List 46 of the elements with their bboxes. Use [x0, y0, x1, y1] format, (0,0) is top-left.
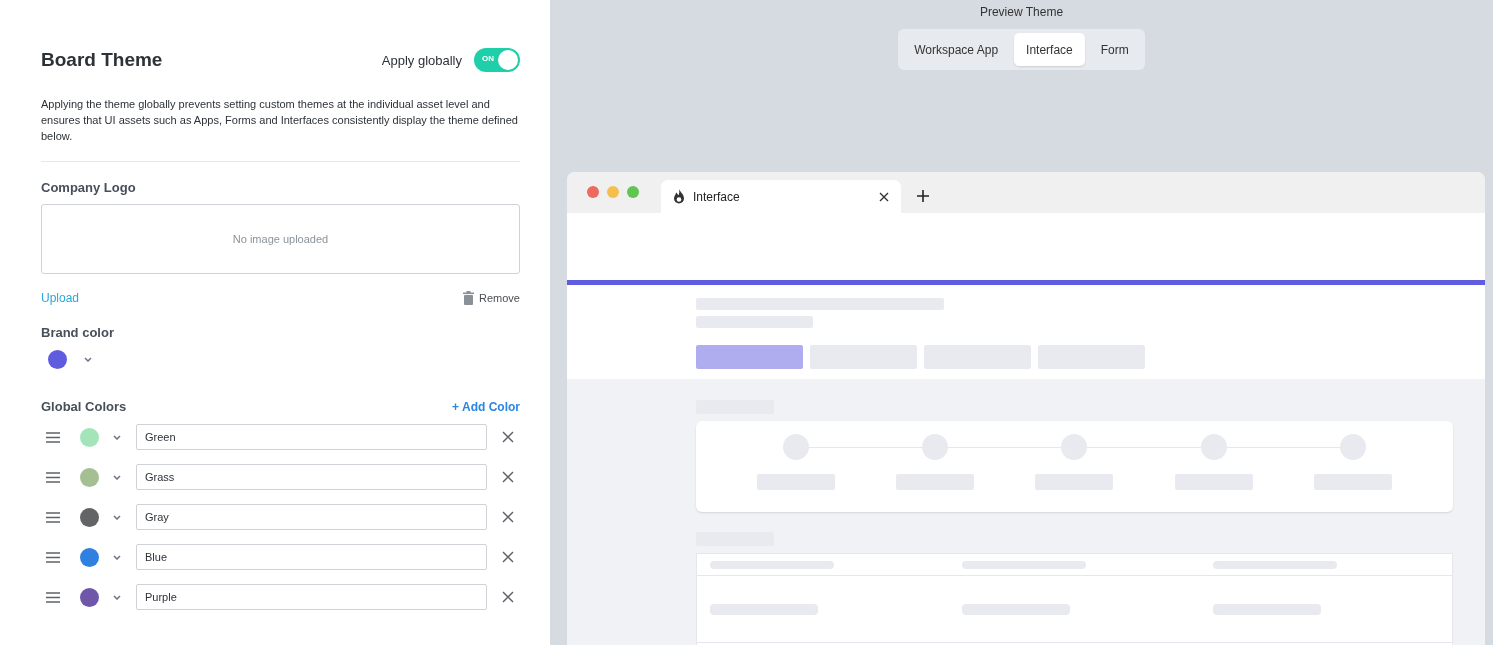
description-text: Applying the theme globally prevents setting custom themes at the individual asset level and ensures that UI assets such as Apps, Forms and Interfaces consistently display the theme defined below. [41, 97, 519, 144]
caret-icon[interactable] [113, 474, 121, 480]
caret-icon[interactable] [84, 357, 92, 362]
color-swatch[interactable] [80, 547, 99, 567]
empty-logo-text: No image uploaded [232, 233, 329, 245]
preview-tab[interactable]: Workspace App [902, 33, 1011, 66]
color-name-field[interactable]: Grass [136, 464, 487, 490]
brand-color-dot[interactable] [48, 350, 67, 369]
remove-button[interactable]: Remove [463, 291, 520, 305]
color-swatch[interactable] [80, 427, 99, 447]
color-name-field[interactable]: Green [136, 424, 487, 450]
caret-icon[interactable] [113, 554, 121, 560]
section-label: Global Colors [41, 399, 127, 414]
preview-title: Preview Theme [979, 5, 1064, 19]
caret-icon[interactable] [113, 434, 121, 440]
color-swatch[interactable] [80, 507, 99, 527]
preview-tab[interactable]: Form [1088, 33, 1141, 66]
close-icon[interactable] [502, 471, 514, 483]
close-icon[interactable] [502, 551, 514, 563]
caret-icon[interactable] [113, 514, 121, 520]
new-tab-icon[interactable] [917, 190, 929, 202]
panel-title: Board Theme [41, 49, 163, 71]
drag-handle-icon[interactable] [46, 431, 60, 443]
preview-tab[interactable]: Interface [1014, 33, 1085, 66]
section-label: Company Logo [41, 180, 137, 195]
color-name-field[interactable]: Gray [136, 504, 487, 530]
section-label: Brand color [41, 325, 115, 340]
color-swatch[interactable] [80, 467, 99, 487]
drag-handle-icon[interactable] [46, 591, 60, 603]
close-icon[interactable] [879, 191, 889, 202]
caret-icon[interactable] [113, 594, 121, 600]
flame-icon [673, 189, 685, 204]
close-window-icon[interactable] [587, 186, 599, 198]
browser-tab[interactable]: Interface [661, 180, 901, 213]
color-swatch[interactable] [80, 587, 99, 607]
color-name-field[interactable]: Blue [136, 544, 487, 570]
close-icon[interactable] [502, 591, 514, 603]
close-icon[interactable] [502, 511, 514, 523]
drag-handle-icon[interactable] [46, 551, 60, 563]
drag-handle-icon[interactable] [46, 471, 60, 483]
add-color-link[interactable]: + Add Color [452, 400, 520, 414]
apply-globally-label: Apply globally [381, 52, 462, 68]
close-icon[interactable] [502, 431, 514, 443]
trash-icon [463, 291, 475, 305]
drag-handle-icon[interactable] [46, 511, 60, 523]
color-name-field[interactable]: Purple [136, 584, 487, 610]
